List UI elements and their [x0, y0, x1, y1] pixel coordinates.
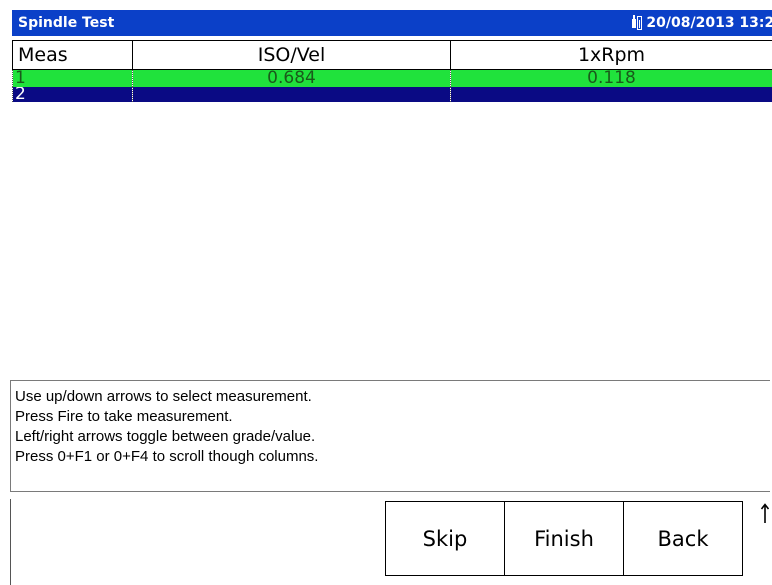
- title-bar: Spindle Test 20/08/2013 13:24: [12, 10, 772, 36]
- panel-divider: [10, 499, 11, 585]
- cell-iso-vel: 0.684: [132, 69, 451, 87]
- instructions-panel: Use up/down arrows to select measurement…: [10, 380, 770, 492]
- screen-title: Spindle Test: [18, 15, 115, 31]
- measurement-table: Meas ISO/Vel 1xRpm 1 0.684 0.118 2: [12, 40, 772, 102]
- up-arrow-icon: [760, 503, 770, 523]
- cell-iso-vel: [132, 87, 451, 102]
- table-row[interactable]: 1 0.684 0.118: [12, 69, 772, 87]
- column-header-meas[interactable]: Meas: [12, 40, 133, 70]
- cell-meas: 2: [12, 87, 133, 102]
- instruction-line: Press Fire to take measurement.: [15, 408, 233, 425]
- softkey-bar: Skip Finish Back: [385, 501, 743, 576]
- table-header: Meas ISO/Vel 1xRpm: [12, 40, 772, 70]
- column-header-iso-vel[interactable]: ISO/Vel: [132, 40, 451, 70]
- table-row[interactable]: 2: [12, 87, 772, 102]
- cell-1xrpm: [450, 87, 772, 102]
- back-button[interactable]: Back: [623, 501, 743, 576]
- instruction-line: Press 0+F1 or 0+F4 to scroll though colu…: [15, 448, 319, 465]
- instruction-line: Left/right arrows toggle between grade/v…: [15, 428, 316, 445]
- status-area: 20/08/2013 13:24: [631, 15, 772, 31]
- battery-power-icon: [631, 15, 643, 31]
- cell-meas: 1: [12, 69, 133, 87]
- finish-button[interactable]: Finish: [504, 501, 624, 576]
- cell-1xrpm: 0.118: [450, 69, 772, 87]
- date-time: 20/08/2013 13:24: [646, 15, 772, 31]
- skip-button[interactable]: Skip: [385, 501, 505, 576]
- column-header-1xrpm[interactable]: 1xRpm: [450, 40, 772, 70]
- instruction-line: Use up/down arrows to select measurement…: [15, 388, 312, 405]
- device-screen: Spindle Test 20/08/2013 13:24 Meas ISO/V…: [12, 10, 772, 585]
